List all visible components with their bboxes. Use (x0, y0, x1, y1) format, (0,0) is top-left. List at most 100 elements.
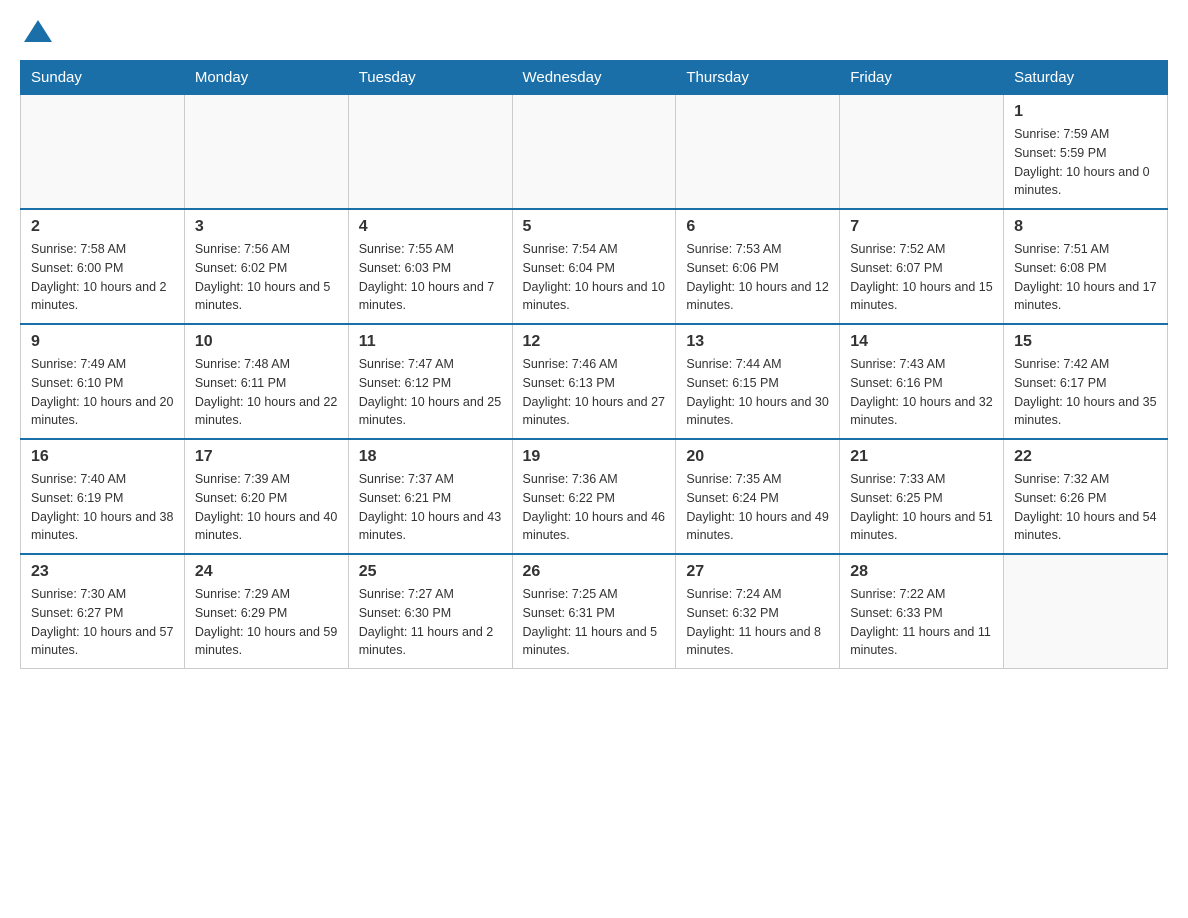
day-number: 19 (523, 448, 666, 466)
calendar-cell: 5 Sunrise: 7:54 AM Sunset: 6:04 PM Daylig… (512, 209, 676, 324)
calendar-cell: 23 Sunrise: 7:30 AM Sunset: 6:27 PM Dayli… (21, 554, 185, 669)
calendar-cell: 26 Sunrise: 7:25 AM Sunset: 6:31 PM Dayli… (512, 554, 676, 669)
day-number: 13 (686, 333, 829, 351)
day-number: 28 (850, 563, 993, 581)
day-header-wednesday: Wednesday (512, 61, 676, 95)
day-number: 16 (31, 448, 174, 466)
day-number: 5 (523, 218, 666, 236)
day-number: 25 (359, 563, 502, 581)
calendar-cell: 14 Sunrise: 7:43 AM Sunset: 6:16 PM Dayli… (840, 324, 1004, 439)
calendar-cell (348, 95, 512, 210)
calendar-cell: 6Sunrise: 7:53 AM Sunset: 6:06 PM Daylig… (676, 209, 840, 324)
calendar-cell (184, 95, 348, 210)
calendar-cell: 17 Sunrise: 7:39 AM Sunset: 6:20 PM Dayli… (184, 439, 348, 554)
day-info: Sunrise: 7:29 AM Sunset: 6:29 PM Dayligh… (195, 585, 338, 660)
day-header-monday: Monday (184, 61, 348, 95)
day-header-tuesday: Tuesday (348, 61, 512, 95)
day-number: 18 (359, 448, 502, 466)
day-info: Sunrise: 7:35 AM Sunset: 6:24 PM Dayligh… (686, 470, 829, 545)
calendar-cell (1004, 554, 1168, 669)
day-number: 11 (359, 333, 502, 351)
day-header-thursday: Thursday (676, 61, 840, 95)
calendar-cell: 1 Sunrise: 7:59 AM Sunset: 5:59 PM Daylig… (1004, 95, 1168, 210)
day-number: 23 (31, 563, 174, 581)
calendar-cell: 9Sunrise: 7:49 AM Sunset: 6:10 PM Daylig… (21, 324, 185, 439)
calendar-cell: 3Sunrise: 7:56 AM Sunset: 6:02 PM Daylig… (184, 209, 348, 324)
day-number: 12 (523, 333, 666, 351)
day-info: Sunrise: 7:53 AM Sunset: 6:06 PM Dayligh… (686, 240, 829, 315)
day-info: Sunrise: 7:27 AM Sunset: 6:30 PM Dayligh… (359, 585, 502, 660)
week-row: 16 Sunrise: 7:40 AM Sunset: 6:19 PM Dayli… (21, 439, 1168, 554)
day-info: Sunrise: 7:51 AM Sunset: 6:08 PM Dayligh… (1014, 240, 1157, 315)
calendar-table: SundayMondayTuesdayWednesdayThursdayFrid… (20, 60, 1168, 669)
day-number: 17 (195, 448, 338, 466)
day-info: Sunrise: 7:59 AM Sunset: 5:59 PM Dayligh… (1014, 125, 1157, 200)
day-info: Sunrise: 7:33 AM Sunset: 6:25 PM Dayligh… (850, 470, 993, 545)
day-number: 22 (1014, 448, 1157, 466)
day-info: Sunrise: 7:32 AM Sunset: 6:26 PM Dayligh… (1014, 470, 1157, 545)
header-row: SundayMondayTuesdayWednesdayThursdayFrid… (21, 61, 1168, 95)
calendar-cell: 15Sunrise: 7:42 AM Sunset: 6:17 PM Dayli… (1004, 324, 1168, 439)
calendar-cell: 18 Sunrise: 7:37 AM Sunset: 6:21 PM Dayli… (348, 439, 512, 554)
calendar-cell: 22 Sunrise: 7:32 AM Sunset: 6:26 PM Dayli… (1004, 439, 1168, 554)
week-row: 23 Sunrise: 7:30 AM Sunset: 6:27 PM Dayli… (21, 554, 1168, 669)
calendar-cell: 16 Sunrise: 7:40 AM Sunset: 6:19 PM Dayli… (21, 439, 185, 554)
day-info: Sunrise: 7:39 AM Sunset: 6:20 PM Dayligh… (195, 470, 338, 545)
day-info: Sunrise: 7:37 AM Sunset: 6:21 PM Dayligh… (359, 470, 502, 545)
day-number: 10 (195, 333, 338, 351)
calendar-cell: 27 Sunrise: 7:24 AM Sunset: 6:32 PM Dayli… (676, 554, 840, 669)
day-info: Sunrise: 7:40 AM Sunset: 6:19 PM Dayligh… (31, 470, 174, 545)
day-info: Sunrise: 7:55 AM Sunset: 6:03 PM Dayligh… (359, 240, 502, 315)
day-info: Sunrise: 7:44 AM Sunset: 6:15 PM Dayligh… (686, 355, 829, 430)
week-row: 1 Sunrise: 7:59 AM Sunset: 5:59 PM Daylig… (21, 95, 1168, 210)
calendar-cell: 10 Sunrise: 7:48 AM Sunset: 6:11 PM Dayli… (184, 324, 348, 439)
calendar-cell (676, 95, 840, 210)
day-number: 24 (195, 563, 338, 581)
calendar-cell (840, 95, 1004, 210)
day-number: 26 (523, 563, 666, 581)
calendar-cell: 19 Sunrise: 7:36 AM Sunset: 6:22 PM Dayli… (512, 439, 676, 554)
day-number: 7 (850, 218, 993, 236)
calendar-cell: 2 Sunrise: 7:58 AM Sunset: 6:00 PM Daylig… (21, 209, 185, 324)
day-header-sunday: Sunday (21, 61, 185, 95)
day-number: 9 (31, 333, 174, 351)
calendar-cell: 8Sunrise: 7:51 AM Sunset: 6:08 PM Daylig… (1004, 209, 1168, 324)
day-header-friday: Friday (840, 61, 1004, 95)
day-info: Sunrise: 7:56 AM Sunset: 6:02 PM Dayligh… (195, 240, 338, 315)
calendar-cell (512, 95, 676, 210)
day-number: 1 (1014, 103, 1157, 121)
day-number: 4 (359, 218, 502, 236)
calendar-cell (21, 95, 185, 210)
day-info: Sunrise: 7:24 AM Sunset: 6:32 PM Dayligh… (686, 585, 829, 660)
day-header-saturday: Saturday (1004, 61, 1168, 95)
day-info: Sunrise: 7:42 AM Sunset: 6:17 PM Dayligh… (1014, 355, 1157, 430)
day-number: 14 (850, 333, 993, 351)
calendar-cell: 24 Sunrise: 7:29 AM Sunset: 6:29 PM Dayli… (184, 554, 348, 669)
calendar-cell: 12Sunrise: 7:46 AM Sunset: 6:13 PM Dayli… (512, 324, 676, 439)
day-info: Sunrise: 7:43 AM Sunset: 6:16 PM Dayligh… (850, 355, 993, 430)
logo (20, 20, 52, 44)
calendar-cell: 7 Sunrise: 7:52 AM Sunset: 6:07 PM Daylig… (840, 209, 1004, 324)
day-info: Sunrise: 7:36 AM Sunset: 6:22 PM Dayligh… (523, 470, 666, 545)
day-info: Sunrise: 7:54 AM Sunset: 6:04 PM Dayligh… (523, 240, 666, 315)
day-info: Sunrise: 7:52 AM Sunset: 6:07 PM Dayligh… (850, 240, 993, 315)
logo-triangle-icon (24, 20, 52, 42)
day-info: Sunrise: 7:30 AM Sunset: 6:27 PM Dayligh… (31, 585, 174, 660)
day-number: 21 (850, 448, 993, 466)
day-info: Sunrise: 7:47 AM Sunset: 6:12 PM Dayligh… (359, 355, 502, 430)
day-number: 20 (686, 448, 829, 466)
calendar-cell: 28 Sunrise: 7:22 AM Sunset: 6:33 PM Dayli… (840, 554, 1004, 669)
day-info: Sunrise: 7:58 AM Sunset: 6:00 PM Dayligh… (31, 240, 174, 315)
calendar-cell: 4 Sunrise: 7:55 AM Sunset: 6:03 PM Daylig… (348, 209, 512, 324)
week-row: 9Sunrise: 7:49 AM Sunset: 6:10 PM Daylig… (21, 324, 1168, 439)
day-info: Sunrise: 7:22 AM Sunset: 6:33 PM Dayligh… (850, 585, 993, 660)
day-info: Sunrise: 7:48 AM Sunset: 6:11 PM Dayligh… (195, 355, 338, 430)
calendar-cell: 11 Sunrise: 7:47 AM Sunset: 6:12 PM Dayli… (348, 324, 512, 439)
week-row: 2 Sunrise: 7:58 AM Sunset: 6:00 PM Daylig… (21, 209, 1168, 324)
calendar-cell: 25 Sunrise: 7:27 AM Sunset: 6:30 PM Dayli… (348, 554, 512, 669)
day-number: 27 (686, 563, 829, 581)
page-header (20, 20, 1168, 44)
day-info: Sunrise: 7:25 AM Sunset: 6:31 PM Dayligh… (523, 585, 666, 660)
calendar-cell: 20 Sunrise: 7:35 AM Sunset: 6:24 PM Dayli… (676, 439, 840, 554)
day-number: 2 (31, 218, 174, 236)
